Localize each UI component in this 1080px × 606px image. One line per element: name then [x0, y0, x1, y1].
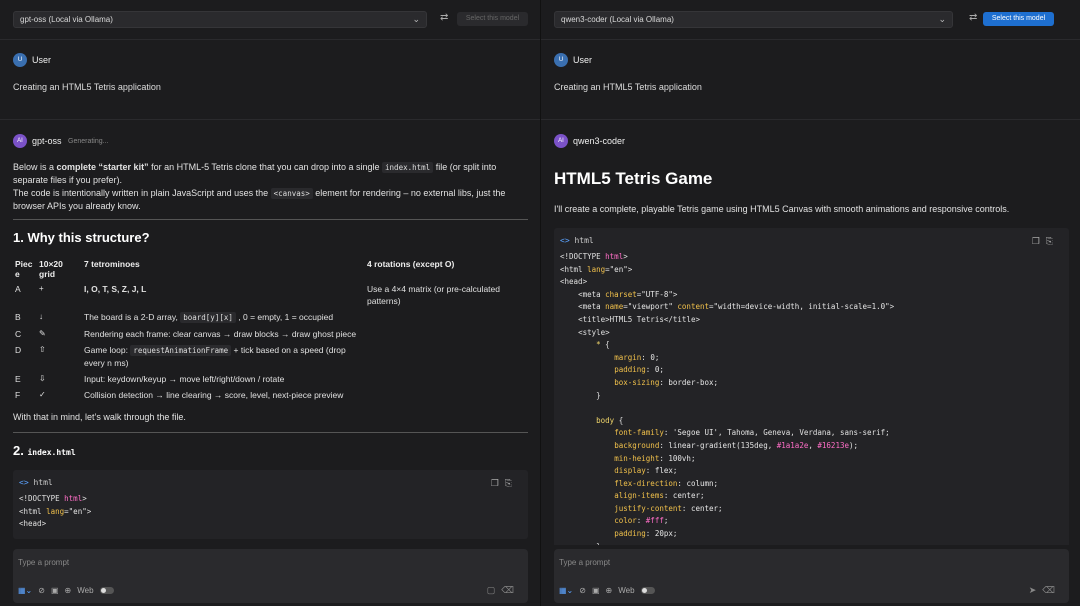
left-model-select[interactable]: gpt-oss (Local via Ollama) ⌄ — [13, 11, 427, 28]
left-model-label: gpt-oss (Local via Ollama) — [20, 15, 113, 24]
intro-paragraph-2: The code is intentionally written in pla… — [13, 188, 506, 211]
table-row: E ⇩ Input: keydown/keyup → move left/rig… — [13, 371, 528, 387]
user-prompt-text: Creating an HTML5 Tetris application — [554, 82, 702, 92]
apply-icon[interactable]: ⎘ — [505, 478, 518, 488]
right-pane: qwen3-coder (Local via Ollama) ⌄ ⇄ Selec… — [540, 0, 1080, 606]
generating-status: Generating... — [68, 138, 109, 145]
chevron-down-icon: ⌄ — [938, 14, 946, 24]
table-row: A + I, O, T, S, Z, J, L Use a 4×4 matrix… — [13, 281, 528, 309]
structure-table: Piec e 10×20 grid 7 tetrominoes 4 rotati… — [13, 257, 528, 403]
web-label: Web — [618, 586, 635, 595]
divider — [13, 432, 528, 433]
left-ai-response: AI gpt-oss Generating... Below is a comp… — [0, 121, 540, 545]
image-icon[interactable]: ▣ — [592, 586, 600, 595]
globe-icon: ⊕ — [605, 586, 613, 595]
arrow-down-icon: ↓ — [39, 312, 43, 321]
user-prompt-text: Creating an HTML5 Tetris application — [13, 82, 161, 92]
stop-icon[interactable]: ▢ — [487, 585, 502, 595]
mode-select-icon[interactable]: ▦⌄ — [559, 586, 573, 595]
right-prompt-input[interactable] — [559, 555, 1059, 569]
right-input-right-tools: ➤⌫ — [1029, 585, 1061, 596]
left-code-block: ❐⎘ <> html <!DOCTYPE html> <html lang="e… — [13, 470, 528, 539]
user-label: User — [32, 55, 52, 65]
pencil-icon: ✎ — [39, 329, 46, 338]
arrow-down-box-icon: ⇩ — [39, 374, 46, 383]
mode-select-icon[interactable]: ▦⌄ — [18, 586, 32, 595]
outro-text: With that in mind, let’s walk through th… — [13, 412, 186, 422]
right-code-block: ❐⎘ <> html <!DOCTYPE html> <html lang="e… — [554, 228, 1069, 545]
code-content: <!DOCTYPE html> <html lang="en"> <head> … — [560, 252, 895, 545]
response-title: HTML5 Tetris Game — [554, 169, 713, 188]
attach-icon[interactable]: ⊘ — [38, 586, 45, 595]
left-prompt-box: ▦⌄ ⊘ ▣ ⊕ Web ▢⌫ — [13, 549, 528, 603]
divider — [13, 219, 528, 220]
left-topbar: gpt-oss (Local via Ollama) ⌄ ⇄ Select th… — [0, 0, 540, 40]
app-root: gpt-oss (Local via Ollama) ⌄ ⇄ Select th… — [0, 0, 1080, 606]
table-row: C ✎ Rendering each frame: clear canvas →… — [13, 326, 528, 342]
ai-avatar: AI — [554, 134, 568, 148]
table-header: 7 tetrominoes — [84, 259, 140, 269]
plus-icon: + — [39, 284, 44, 293]
code-language: <> html — [560, 236, 594, 245]
trash-icon[interactable]: ⌫ — [501, 585, 520, 595]
right-ai-response: AI qwen3-coder HTML5 Tetris Game I'll cr… — [541, 121, 1080, 545]
swap-icon[interactable]: ⇄ — [440, 12, 448, 23]
section-heading-1: 1. Why this structure? — [13, 230, 150, 245]
web-label: Web — [77, 586, 94, 595]
response-intro: I'll create a complete, playable Tetris … — [554, 204, 1010, 214]
right-model-label: qwen3-coder (Local via Ollama) — [561, 15, 674, 24]
left-select-model-button[interactable]: Select this model — [457, 12, 528, 26]
left-ai-header: AI gpt-oss Generating... — [0, 121, 540, 161]
right-model-select[interactable]: qwen3-coder (Local via Ollama) ⌄ — [554, 11, 953, 28]
table-row: B ↓ The board is a 2-D array, board[y][x… — [13, 309, 528, 326]
table-row: D ⇧ Game loop: requestAnimationFrame + t… — [13, 342, 528, 371]
right-select-model-button[interactable]: Select this model — [983, 12, 1054, 26]
code-language: <> html — [19, 478, 53, 487]
right-prompt-box: ▦⌄ ⊘ ▣ ⊕ Web ➤⌫ — [554, 549, 1069, 603]
right-user-message: U User Creating an HTML5 Tetris applicat… — [541, 40, 1080, 120]
code-content: <!DOCTYPE html> <html lang="en"> <head> — [19, 494, 92, 529]
globe-icon: ⊕ — [64, 586, 72, 595]
left-pane: gpt-oss (Local via Ollama) ⌄ ⇄ Select th… — [0, 0, 540, 606]
image-icon[interactable]: ▣ — [51, 586, 59, 595]
left-user-message: U User Creating an HTML5 Tetris applicat… — [0, 40, 540, 120]
table-header: 10×20 grid — [39, 259, 63, 279]
right-response-content: HTML5 Tetris Game I'll create a complete… — [554, 161, 1069, 545]
ai-model-name: qwen3-coder — [573, 136, 626, 146]
ai-avatar: AI — [13, 134, 27, 148]
right-input-tools: ▦⌄ ⊘ ▣ ⊕ Web — [559, 586, 655, 595]
ai-model-name: gpt-oss — [32, 136, 62, 146]
swap-icon[interactable]: ⇄ — [969, 12, 977, 23]
table-header: 4 rotations (except O) — [367, 259, 455, 269]
left-input-right-tools: ▢⌫ — [487, 585, 520, 596]
intro-paragraph-1: Below is a complete “starter kit” for an… — [13, 162, 497, 185]
user-avatar: U — [13, 53, 27, 67]
copy-icon[interactable]: ❐ — [491, 478, 505, 488]
table-row: F ✓ Collision detection → line clearing … — [13, 387, 528, 403]
left-response-content: Below is a complete “starter kit” for an… — [13, 161, 528, 539]
web-toggle[interactable] — [99, 587, 114, 594]
check-icon: ✓ — [39, 390, 46, 399]
right-topbar: qwen3-coder (Local via Ollama) ⌄ ⇄ Selec… — [541, 0, 1080, 40]
section-heading-2: 2. index.html — [13, 443, 76, 458]
attach-icon[interactable]: ⊘ — [579, 586, 586, 595]
user-label: User — [573, 55, 593, 65]
web-toggle[interactable] — [640, 587, 655, 594]
send-icon[interactable]: ➤ — [1029, 585, 1043, 595]
chevron-down-icon: ⌄ — [412, 14, 420, 24]
left-prompt-input[interactable] — [18, 555, 518, 569]
table-header: Piec e — [15, 259, 33, 279]
copy-icon[interactable]: ❐ — [1032, 236, 1046, 246]
left-input-tools: ▦⌄ ⊘ ▣ ⊕ Web — [18, 586, 114, 595]
table-header-row: Piec e 10×20 grid 7 tetrominoes 4 rotati… — [13, 257, 528, 281]
code-tools: ❐⎘ — [1032, 236, 1059, 247]
code-tools: ❐⎘ — [491, 478, 518, 489]
apply-icon[interactable]: ⎘ — [1046, 236, 1059, 246]
arrow-up-icon: ⇧ — [39, 345, 46, 354]
user-avatar: U — [554, 53, 568, 67]
right-ai-header: AI qwen3-coder — [541, 121, 1080, 161]
trash-icon[interactable]: ⌫ — [1042, 585, 1061, 595]
